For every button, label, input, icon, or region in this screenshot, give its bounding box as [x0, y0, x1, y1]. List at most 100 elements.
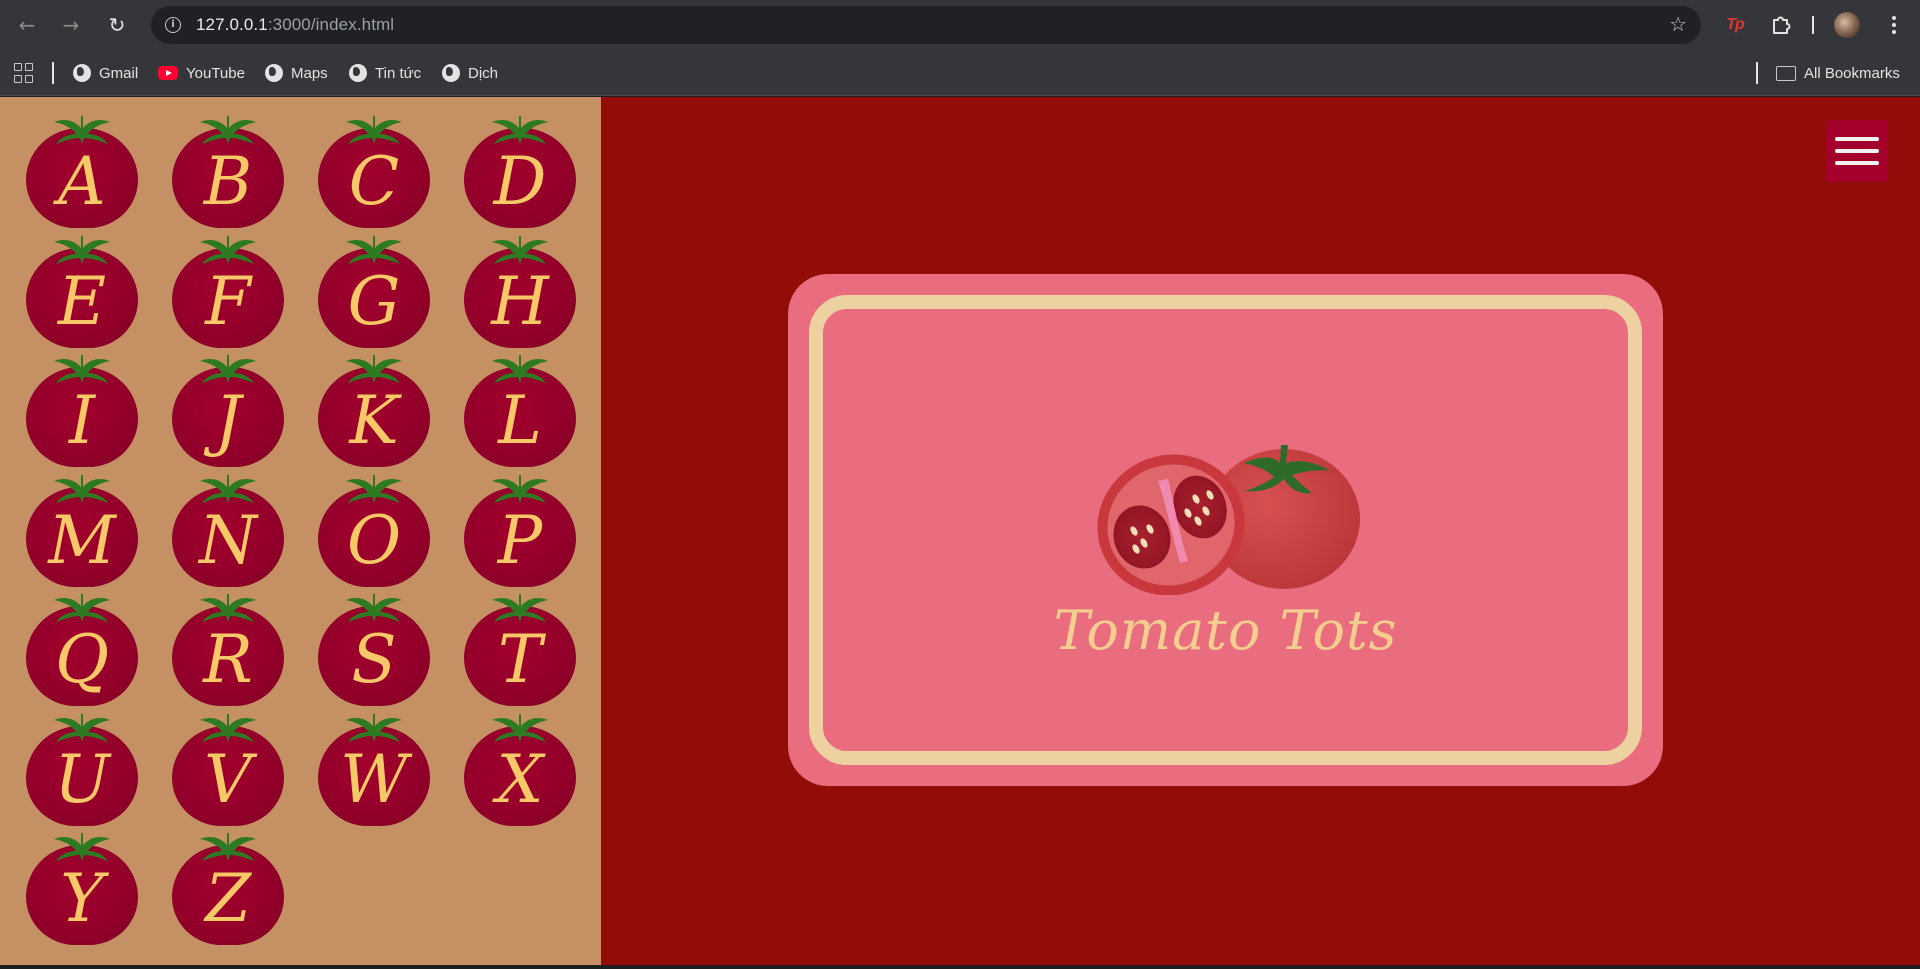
- tomato-stem-icon: [200, 594, 256, 622]
- letter-button-y[interactable]: Y: [26, 829, 138, 945]
- bookmark-gmail[interactable]: Gmail: [73, 61, 138, 85]
- tomato-stem-icon: [200, 474, 256, 503]
- letter-button-w[interactable]: W: [318, 710, 430, 826]
- tomato-stem-icon: [492, 116, 548, 144]
- bookmark-star-icon[interactable]: ☆: [1669, 12, 1687, 36]
- extensions-puzzle-icon[interactable]: [1768, 12, 1794, 38]
- all-bookmarks-button[interactable]: All Bookmarks: [1776, 61, 1900, 85]
- letter-label: Q: [54, 621, 110, 698]
- globe-icon: [73, 64, 91, 82]
- bookmark-label: YouTube: [186, 64, 245, 82]
- letter-button-q[interactable]: Q: [26, 590, 138, 706]
- letter-label: R: [203, 621, 253, 698]
- letter-button-i[interactable]: I: [26, 351, 138, 467]
- forward-button[interactable]: →: [56, 10, 86, 40]
- bookmark-label: Maps: [291, 64, 328, 82]
- letter-label: H: [491, 262, 549, 340]
- tomato-stem-icon: [492, 594, 548, 622]
- tp-extension-icon[interactable]: Tp: [1722, 12, 1748, 38]
- letter-button-o[interactable]: O: [318, 471, 430, 587]
- bookmark-label: Tin tức: [375, 64, 422, 82]
- tomato-stem-icon: [346, 713, 402, 742]
- letter-label: E: [57, 262, 107, 340]
- bookmark-dich[interactable]: Dịch: [442, 61, 498, 85]
- letter-label: O: [346, 501, 402, 579]
- youtube-icon: [158, 66, 178, 80]
- letter-button-b[interactable]: B: [172, 112, 284, 228]
- letter-button-l[interactable]: L: [464, 351, 576, 467]
- tomato-stem-icon: [346, 355, 402, 383]
- alphabet-sidebar: A B C D E F G H I J K L M N O P Q R S T U V W X Y Z: [0, 97, 601, 965]
- letter-button-x[interactable]: X: [464, 710, 576, 826]
- tomato-stem-icon: [346, 235, 402, 264]
- tomato-stem-icon: [54, 474, 110, 503]
- globe-icon: [349, 64, 367, 82]
- profile-avatar[interactable]: [1834, 12, 1860, 38]
- bookmarks-divider: [1756, 62, 1758, 84]
- browser-toolbar: ← → ↻ i 127.0.0.1:3000/index.html ☆ Tp: [0, 0, 1920, 50]
- tomato-stem-icon: [346, 594, 402, 622]
- tomato-stem-icon: [200, 235, 256, 264]
- browser-menu-icon[interactable]: [1884, 12, 1904, 38]
- letter-button-g[interactable]: G: [318, 232, 430, 348]
- tomato-stem-icon: [200, 355, 256, 383]
- bookmark-label: Gmail: [99, 64, 139, 82]
- toolbar-divider: [1812, 16, 1814, 34]
- back-button[interactable]: ←: [12, 10, 42, 40]
- letter-button-v[interactable]: V: [172, 710, 284, 826]
- letter-label: J: [214, 382, 242, 459]
- letter-button-j[interactable]: J: [172, 351, 284, 467]
- letter-label: T: [497, 621, 543, 698]
- letter-button-k[interactable]: K: [318, 351, 430, 467]
- tomato-stem-icon: [200, 713, 256, 742]
- letter-button-r[interactable]: R: [172, 590, 284, 706]
- letter-label: S: [351, 621, 397, 698]
- letter-label: X: [496, 740, 544, 818]
- letter-label: F: [205, 262, 251, 340]
- letter-button-m[interactable]: M: [26, 471, 138, 587]
- letter-label: K: [349, 382, 399, 459]
- letter-button-f[interactable]: F: [172, 232, 284, 348]
- letter-label: U: [54, 740, 110, 818]
- letter-label: V: [204, 740, 252, 818]
- tomato-stem-icon: [492, 474, 548, 503]
- letter-button-t[interactable]: T: [464, 590, 576, 706]
- letter-button-n[interactable]: N: [172, 471, 284, 587]
- tomato-stem-icon: [54, 833, 110, 861]
- tomato-stem-icon: [200, 116, 256, 144]
- letter-button-a[interactable]: A: [26, 112, 138, 228]
- bookmark-youtube[interactable]: YouTube: [158, 61, 245, 85]
- globe-icon: [442, 64, 460, 82]
- letter-label: M: [48, 501, 116, 579]
- folder-icon: [1776, 65, 1796, 81]
- url-host: 127.0.0.1: [196, 15, 268, 34]
- tomato-stem-icon: [54, 594, 110, 622]
- bookmark-tin-tuc[interactable]: Tin tức: [349, 61, 421, 85]
- tomato-stem-icon: [492, 235, 548, 264]
- bookmark-maps[interactable]: Maps: [265, 61, 328, 85]
- letter-button-p[interactable]: P: [464, 471, 576, 587]
- letter-button-c[interactable]: C: [318, 112, 430, 228]
- letter-button-u[interactable]: U: [26, 710, 138, 826]
- title-card: Tomato Tots: [788, 274, 1663, 786]
- globe-icon: [265, 64, 283, 82]
- letter-button-z[interactable]: Z: [172, 829, 284, 945]
- letter-label: I: [68, 382, 96, 459]
- address-bar[interactable]: i 127.0.0.1:3000/index.html ☆: [151, 6, 1701, 44]
- tomato-stem-icon: [200, 833, 256, 861]
- tomato-stem-icon: [54, 355, 110, 383]
- letter-button-h[interactable]: H: [464, 232, 576, 348]
- letter-button-d[interactable]: D: [464, 112, 576, 228]
- reload-button[interactable]: ↻: [102, 10, 132, 40]
- site-info-icon[interactable]: i: [161, 13, 185, 37]
- apps-grid-icon[interactable]: [14, 63, 34, 83]
- menu-button[interactable]: [1826, 120, 1888, 182]
- bookmarks-divider: [52, 62, 54, 84]
- letter-button-e[interactable]: E: [26, 232, 138, 348]
- letter-button-s[interactable]: S: [318, 590, 430, 706]
- bookmarks-bar: Gmail YouTube Maps Tin tức Dịch All Book…: [0, 50, 1920, 96]
- url-text[interactable]: 127.0.0.1:3000/index.html: [196, 15, 394, 35]
- letter-label: A: [58, 143, 106, 220]
- tomato-stem-icon: [492, 355, 548, 383]
- tomato-stem-icon: [54, 116, 110, 144]
